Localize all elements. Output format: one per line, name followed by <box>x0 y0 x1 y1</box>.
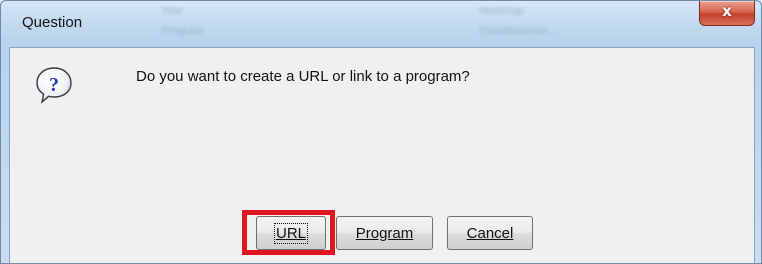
question-bubble-icon: ? <box>36 67 72 104</box>
url-button-label: URL <box>273 222 309 244</box>
background-text: Year <box>161 5 184 17</box>
close-icon: x <box>722 2 732 20</box>
url-button[interactable]: URL <box>256 216 326 250</box>
close-button[interactable]: x <box>699 1 755 26</box>
dialog-message: Do you want to create a URL or link to a… <box>136 68 470 85</box>
cancel-button-label: Cancel <box>466 224 514 242</box>
program-button-label: Program <box>355 224 414 242</box>
question-dialog: Question Year Program Heatmap Crashbounc… <box>0 0 762 264</box>
background-text: Program <box>161 25 204 37</box>
svg-text:?: ? <box>49 74 59 96</box>
background-text: Crashbouncer... <box>479 25 557 37</box>
program-button[interactable]: Program <box>336 216 433 250</box>
dialog-body: ? Do you want to create a URL or link to… <box>9 47 755 263</box>
background-text: Heatmap <box>479 5 524 17</box>
dialog-title: Question <box>22 14 83 31</box>
title-bar[interactable]: Question Year Program Heatmap Crashbounc… <box>1 1 761 47</box>
cancel-button[interactable]: Cancel <box>447 216 533 250</box>
